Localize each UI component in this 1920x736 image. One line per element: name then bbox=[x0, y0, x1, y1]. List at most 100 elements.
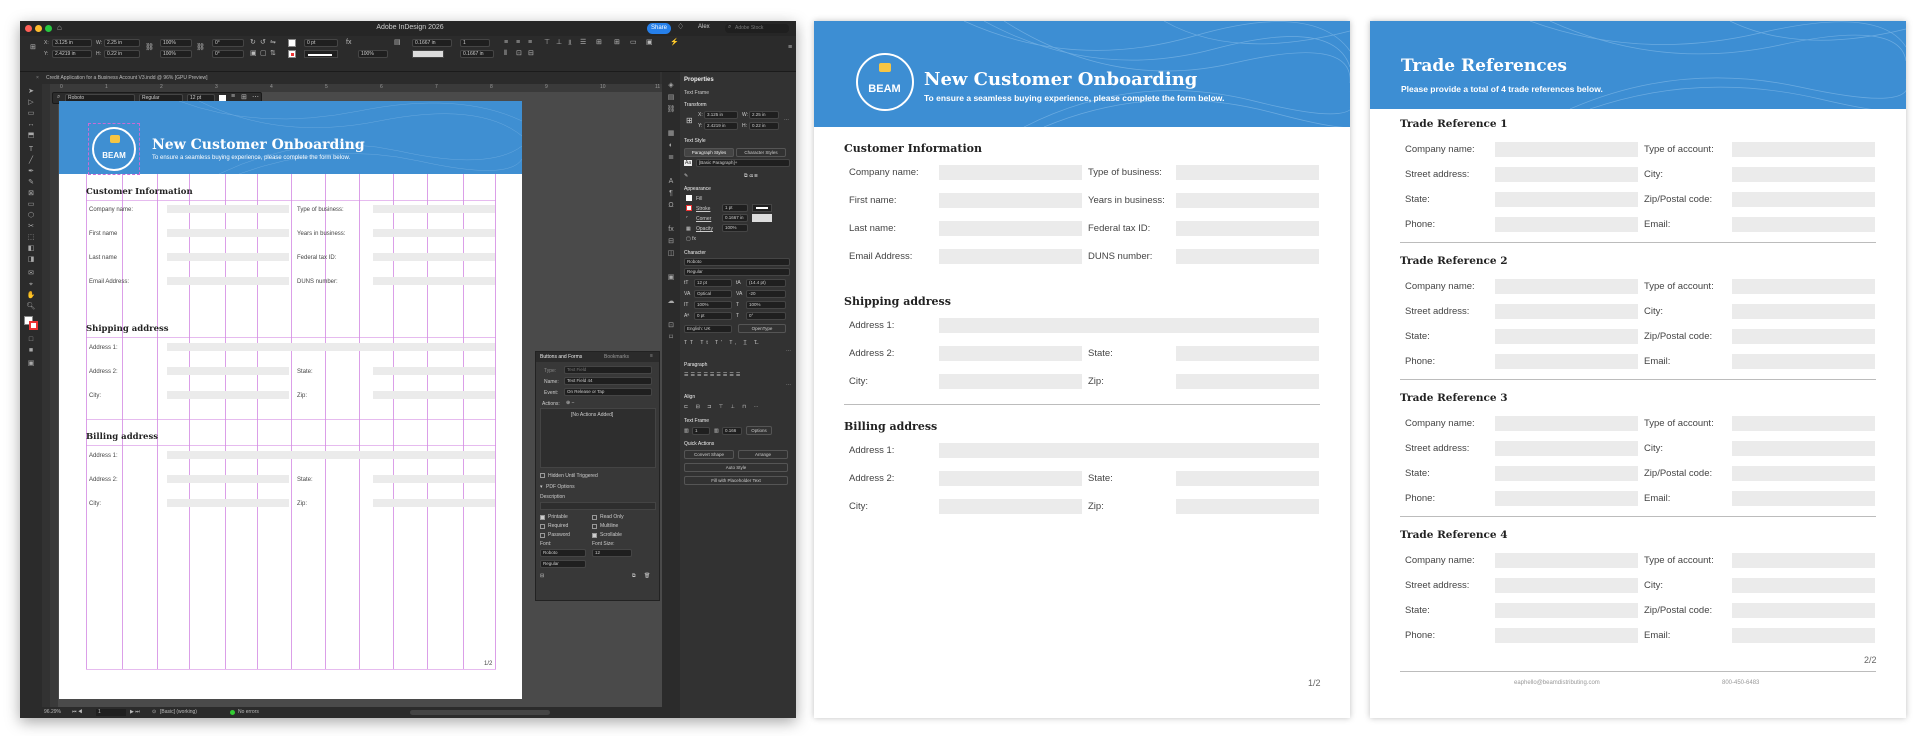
flip-v-icon[interactable]: ⇅ bbox=[270, 50, 276, 58]
field-bill-state[interactable] bbox=[1176, 471, 1319, 486]
align-left-icon[interactable]: ≡ bbox=[504, 39, 508, 47]
user-menu[interactable]: Alex bbox=[698, 24, 710, 30]
field-bill-address2[interactable] bbox=[939, 471, 1082, 486]
prop-language-dropdown[interactable]: English: UK bbox=[684, 325, 732, 333]
field-ref1-company[interactable] bbox=[1495, 142, 1638, 157]
text-case-icons[interactable]: TT Tt T' T, T̲ T̶ bbox=[684, 340, 760, 346]
field-years-in-business[interactable] bbox=[1176, 193, 1319, 208]
pencil-tool-icon[interactable]: ✎ bbox=[26, 179, 36, 187]
field-ref4-state[interactable] bbox=[1495, 603, 1638, 618]
stroke-style-prop[interactable] bbox=[752, 204, 772, 212]
mini-field-bill-address1[interactable] bbox=[167, 451, 495, 459]
hidden-checkbox[interactable] bbox=[540, 473, 545, 478]
pen-tool-icon[interactable]: ✒ bbox=[26, 168, 36, 176]
field-type-of-business[interactable] bbox=[1176, 165, 1319, 180]
content-collector-icon[interactable]: ⬒ bbox=[26, 132, 36, 140]
scrollable-checkbox[interactable] bbox=[592, 533, 597, 538]
field-ref1-street[interactable] bbox=[1495, 167, 1638, 182]
prop-w-field[interactable]: 2.25 in bbox=[749, 111, 779, 119]
field-ref4-account[interactable] bbox=[1732, 553, 1875, 568]
field-company-name[interactable] bbox=[939, 165, 1082, 180]
align-to-icon[interactable]: ⊞ bbox=[596, 39, 602, 47]
prop-y-field[interactable]: 2.4219 in bbox=[704, 122, 738, 130]
prop-x-field[interactable]: 3.125 in bbox=[704, 111, 738, 119]
prop-vscale-field[interactable]: 100% bbox=[694, 301, 732, 309]
rotate-ccw-icon[interactable]: ↺ bbox=[260, 39, 266, 47]
gap-tool-icon[interactable]: ↔ bbox=[26, 121, 36, 129]
field-ref4-city[interactable] bbox=[1732, 578, 1875, 593]
prop-columns-field[interactable]: 1 bbox=[692, 427, 710, 435]
valign-center-icon[interactable]: ⊥ bbox=[556, 39, 562, 47]
form-font-dropdown[interactable]: Roboto bbox=[540, 549, 586, 557]
field-bill-address1[interactable] bbox=[939, 443, 1319, 458]
layers-icon[interactable]: ◈ bbox=[666, 82, 676, 90]
corner-shape-prop[interactable] bbox=[752, 214, 772, 222]
grid-icon[interactable]: ⊞ bbox=[614, 39, 620, 47]
gradient-feather-tool-icon[interactable]: ◨ bbox=[26, 256, 36, 264]
text-wrap-icon[interactable]: ▤ bbox=[394, 39, 401, 47]
prop-gutter-field[interactable]: 0.166 bbox=[722, 427, 742, 435]
document-page[interactable]: BEAM New Customer Onboarding To ensure a… bbox=[59, 101, 522, 699]
prop-kerning-field[interactable]: Optical bbox=[694, 290, 732, 298]
field-ref2-zip[interactable] bbox=[1732, 329, 1875, 344]
style-override-icon[interactable]: ✎ bbox=[684, 173, 688, 179]
eyedropper-tool-icon[interactable]: ⌖ bbox=[26, 281, 36, 289]
mini-field-last[interactable] bbox=[167, 253, 289, 261]
polygon-tool-icon[interactable]: ⬡ bbox=[26, 212, 36, 220]
prop-font-dropdown[interactable]: Roboto bbox=[684, 258, 790, 266]
link-proportions-icon[interactable]: ⛓ bbox=[145, 44, 154, 52]
field-ref1-phone[interactable] bbox=[1495, 217, 1638, 232]
field-ref2-street[interactable] bbox=[1495, 304, 1638, 319]
close-tab-icon[interactable]: × bbox=[36, 72, 39, 84]
document-tab[interactable]: × Credit Application for a Business Acco… bbox=[20, 72, 660, 84]
formatting-container-icon[interactable]: □ bbox=[26, 336, 36, 344]
swatches-icon[interactable]: ▦ bbox=[666, 130, 676, 138]
panel-menu-icon[interactable]: ≡ bbox=[650, 353, 653, 359]
prop-leading-field[interactable]: (14.4 pt) bbox=[746, 279, 786, 287]
page-field[interactable]: 1 bbox=[96, 709, 126, 716]
color-icon[interactable]: ◐ bbox=[666, 142, 676, 150]
printable-checkbox[interactable] bbox=[540, 515, 545, 520]
read-only-checkbox[interactable] bbox=[592, 515, 597, 520]
y-field[interactable]: 2.4219 in bbox=[52, 50, 92, 58]
convert-shape-button[interactable]: Convert Shape bbox=[684, 450, 734, 459]
field-ref1-state[interactable] bbox=[1495, 192, 1638, 207]
line-tool-icon[interactable]: ╱ bbox=[26, 157, 36, 165]
prop-skew-field[interactable]: 0° bbox=[746, 312, 786, 320]
align-panel-icon[interactable]: ⊟ bbox=[666, 238, 676, 246]
cc-libraries-icon[interactable]: ☁ bbox=[666, 298, 676, 306]
field-ref3-company[interactable] bbox=[1495, 416, 1638, 431]
constrain-icon[interactable]: ⛓ bbox=[196, 44, 205, 52]
stroke-type-dropdown[interactable] bbox=[304, 50, 338, 58]
free-transform-tool-icon[interactable]: ⬚ bbox=[26, 234, 36, 242]
add-action-icon[interactable]: ⊕ − bbox=[566, 400, 575, 406]
paragraph-align-icons[interactable]: ☰☰☰☰☰☰☰☰☰ bbox=[684, 372, 742, 378]
arrange-button[interactable]: Arrange bbox=[738, 450, 788, 459]
mini-field-years[interactable] bbox=[373, 229, 495, 237]
mini-field-type[interactable] bbox=[373, 205, 495, 213]
opacity-field[interactable]: 100% bbox=[358, 50, 388, 58]
mini-field-bill-zip[interactable] bbox=[373, 499, 495, 507]
prop-size-field[interactable]: 12 pt bbox=[694, 279, 732, 287]
font-search-icon[interactable]: ⌕ bbox=[57, 94, 60, 101]
character-styles-tab[interactable]: Character Styles bbox=[736, 148, 786, 157]
stroke-weight-field[interactable]: 0 pt bbox=[304, 39, 338, 47]
justify-icon[interactable]: ☰ bbox=[580, 39, 586, 47]
mini-field-bill-address2[interactable] bbox=[167, 475, 289, 483]
view-mode-icon[interactable]: ▭ bbox=[630, 39, 637, 47]
text-wrap-panel-icon[interactable]: ▣ bbox=[666, 274, 676, 282]
zoom-window-button[interactable] bbox=[45, 25, 52, 32]
field-ref2-company[interactable] bbox=[1495, 279, 1638, 294]
password-checkbox[interactable] bbox=[540, 533, 545, 538]
select-content-icon[interactable]: ▢ bbox=[260, 50, 267, 58]
effects-icon[interactable]: fx bbox=[666, 226, 676, 234]
h-field[interactable]: 0.22 in bbox=[104, 50, 140, 58]
mini-field-company[interactable] bbox=[167, 205, 289, 213]
field-ref2-account[interactable] bbox=[1732, 279, 1875, 294]
more-options-icon[interactable]: ⋯ bbox=[252, 93, 259, 101]
field-duns-number[interactable] bbox=[1176, 249, 1319, 264]
character-icon[interactable]: A bbox=[666, 178, 676, 186]
prop-tracking-field[interactable]: -20 bbox=[746, 290, 786, 298]
event-dropdown[interactable]: On Release or Tap bbox=[564, 388, 652, 396]
stroke-swatch-prop[interactable] bbox=[686, 205, 692, 211]
